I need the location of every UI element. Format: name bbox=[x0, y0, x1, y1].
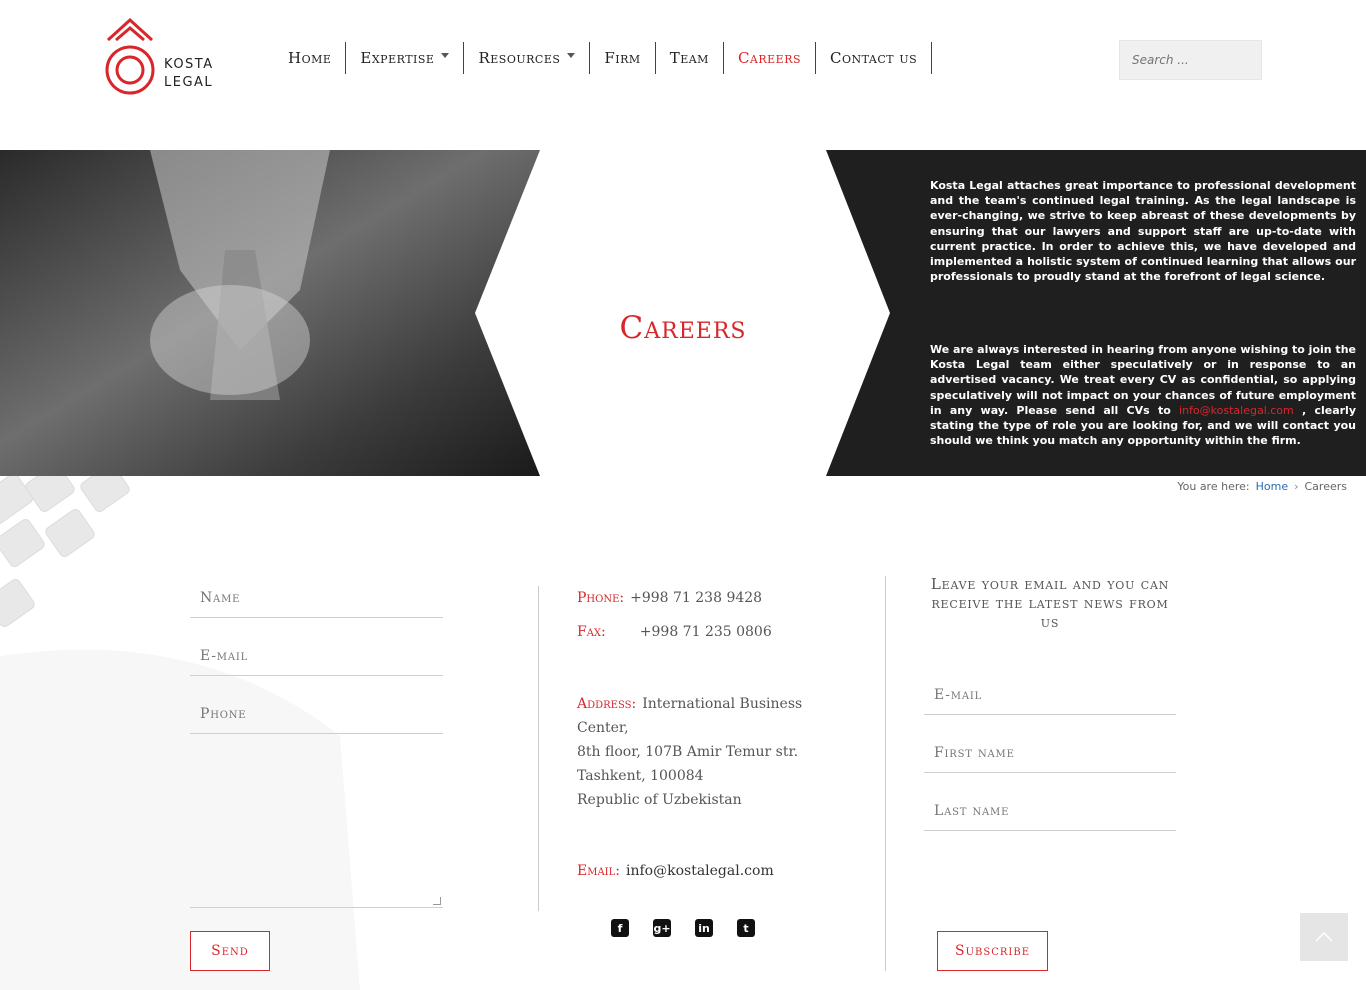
page-title: Careers bbox=[619, 310, 747, 346]
message-textarea[interactable] bbox=[190, 735, 443, 908]
nav-careers[interactable]: Careers bbox=[724, 42, 817, 74]
nav-home[interactable]: Home bbox=[274, 42, 347, 74]
first-name-input[interactable] bbox=[924, 733, 1176, 773]
scroll-to-top-button[interactable] bbox=[1300, 913, 1348, 961]
logo[interactable]: KOSTA LEGAL bbox=[104, 18, 224, 98]
logo-mark-icon bbox=[105, 18, 155, 95]
subscribe-button[interactable]: Subscribe bbox=[937, 931, 1048, 971]
nav-firm[interactable]: Firm bbox=[590, 42, 656, 74]
hero-banner: Careers Kosta Legal attaches great impor… bbox=[0, 150, 1366, 476]
send-button[interactable]: Send bbox=[190, 931, 270, 971]
nav-firm-label: Firm bbox=[604, 49, 641, 67]
address-label: Address: bbox=[577, 696, 637, 712]
last-name-input[interactable] bbox=[924, 791, 1176, 831]
main-nav: Home Expertise Resources Firm Team Caree… bbox=[274, 42, 933, 74]
address-line-3: 8th floor, 107B Amir Temur str. bbox=[577, 744, 799, 760]
nav-contact-us-label: Contact us bbox=[830, 49, 918, 67]
fax-value: +998 71 235 0806 bbox=[639, 624, 772, 640]
hero-paragraph-2: We are always interested in hearing from… bbox=[930, 342, 1356, 448]
twitter-icon[interactable]: t bbox=[737, 919, 755, 937]
email-label: Email: bbox=[577, 863, 620, 879]
facebook-icon[interactable]: f bbox=[611, 919, 629, 937]
careers-email-link[interactable]: info@kostalegal.com bbox=[1179, 404, 1294, 417]
fax-line: Fax: +998 71 235 0806 bbox=[577, 620, 772, 644]
column-divider-1 bbox=[538, 586, 539, 911]
nav-home-label: Home bbox=[288, 49, 332, 67]
column-divider-2 bbox=[885, 576, 886, 971]
chevron-down-icon bbox=[567, 52, 576, 58]
newsletter-email-input[interactable] bbox=[924, 675, 1176, 715]
email-value[interactable]: info@kostalegal.com bbox=[626, 863, 774, 879]
name-input[interactable] bbox=[190, 578, 443, 618]
phone-label: Phone: bbox=[577, 590, 625, 606]
breadcrumb: You are here: Home › Careers bbox=[1177, 480, 1347, 493]
nav-expertise-label: Expertise bbox=[360, 49, 435, 67]
address-line-2: Center, bbox=[577, 720, 629, 736]
search-input[interactable] bbox=[1119, 40, 1262, 80]
site-header: KOSTA LEGAL Home Expertise Resources Fir… bbox=[0, 0, 1366, 150]
logo-line-2: LEGAL bbox=[164, 75, 214, 90]
nav-resources-label: Resources bbox=[478, 49, 561, 67]
nav-careers-label: Careers bbox=[737, 49, 802, 67]
phone-input[interactable] bbox=[190, 694, 443, 734]
newsletter-title: Leave your email and you can receive the… bbox=[930, 575, 1170, 631]
phone-line: Phone: +998 71 238 9428 bbox=[577, 586, 762, 610]
breadcrumb-home-link[interactable]: Home bbox=[1256, 480, 1288, 493]
breadcrumb-prefix: You are here: bbox=[1177, 480, 1250, 493]
nav-resources[interactable]: Resources bbox=[464, 42, 591, 74]
chevron-down-icon bbox=[441, 52, 450, 58]
logo-line-1: KOSTA bbox=[164, 57, 214, 72]
breadcrumb-separator: › bbox=[1294, 480, 1299, 493]
linkedin-icon[interactable]: in bbox=[695, 919, 713, 937]
address-line-1: International Business bbox=[642, 696, 803, 712]
google-plus-icon[interactable]: g+ bbox=[653, 919, 671, 937]
nav-expertise[interactable]: Expertise bbox=[346, 42, 465, 74]
nav-contact-us[interactable]: Contact us bbox=[816, 42, 933, 74]
fax-label: Fax: bbox=[577, 624, 606, 640]
email-input[interactable] bbox=[190, 636, 443, 676]
address-block: Address: International Business Center, 8… bbox=[577, 692, 817, 812]
hero-paragraph-1: Kosta Legal attaches great importance to… bbox=[930, 179, 1356, 284]
logo-text: KOSTA LEGAL bbox=[164, 56, 214, 92]
email-line: Email: info@kostalegal.com bbox=[577, 859, 774, 883]
resize-handle-icon[interactable] bbox=[433, 897, 441, 905]
nav-team[interactable]: Team bbox=[656, 42, 724, 74]
nav-team-label: Team bbox=[669, 49, 709, 67]
breadcrumb-current: Careers bbox=[1304, 480, 1348, 493]
chevron-up-icon bbox=[1315, 931, 1333, 942]
phone-value[interactable]: +998 71 238 9428 bbox=[630, 590, 762, 606]
address-line-4: Tashkent, 100084 bbox=[577, 768, 704, 784]
address-line-5: Republic of Uzbekistan bbox=[577, 792, 742, 808]
